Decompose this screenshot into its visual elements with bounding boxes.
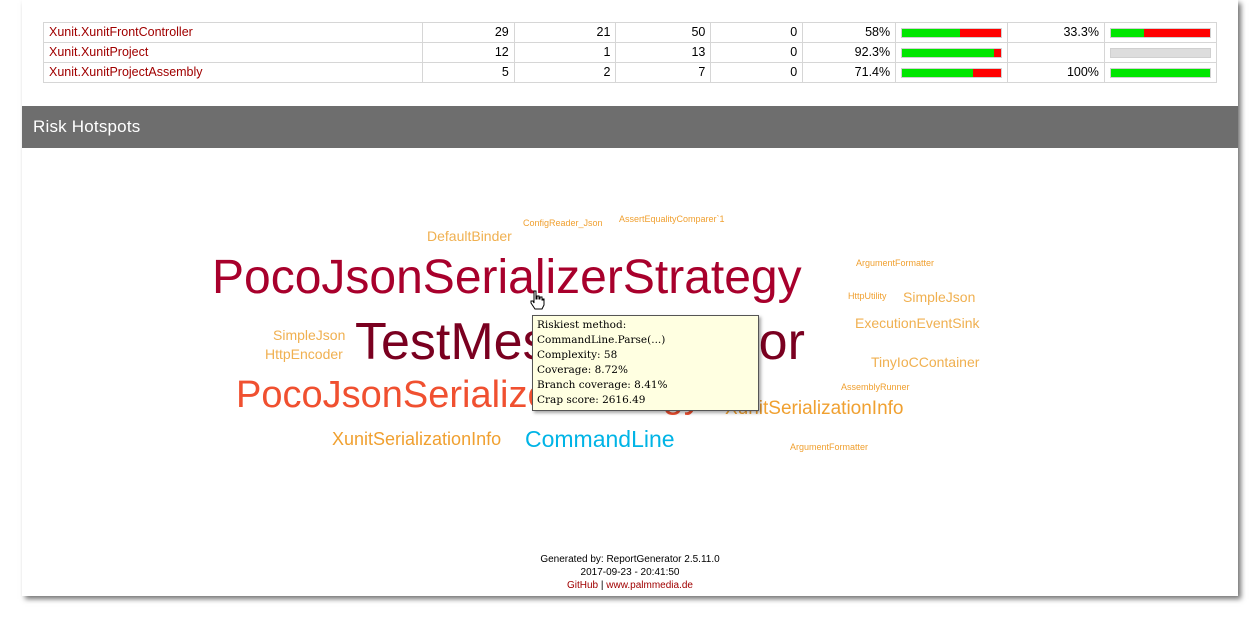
hotspot-word[interactable]: ArgumentFormatter bbox=[790, 443, 868, 452]
hotspot-word[interactable]: SimpleJson bbox=[903, 290, 975, 304]
generated-date-text: 2017-09-23 - 20:41:50 bbox=[580, 567, 680, 578]
line-coverage-bar bbox=[901, 28, 1003, 38]
line-coverage-cell: 71.4% bbox=[802, 62, 897, 83]
tooltip-complexity: Complexity: 58 bbox=[537, 349, 618, 361]
footer-links: GitHub | www.palmmedia.de bbox=[22, 579, 1238, 592]
tooltip-coverage: Coverage: 8.72% bbox=[537, 364, 628, 376]
branch-coverage-bar-cell bbox=[1103, 22, 1218, 43]
uncovered-lines-cell: 21 bbox=[513, 22, 617, 43]
class-name-cell: Xunit.XunitProject bbox=[43, 42, 423, 63]
palmmedia-link[interactable]: www.palmmedia.de bbox=[606, 580, 693, 591]
github-link[interactable]: GitHub bbox=[567, 580, 598, 591]
class-name-cell: Xunit.XunitProjectAssembly bbox=[43, 62, 423, 83]
generated-by-text: Generated by: ReportGenerator 2.5.11.0 bbox=[540, 554, 720, 565]
branch-coverage-bar-cell bbox=[1103, 62, 1218, 83]
line-coverage-cell: 58% bbox=[802, 22, 897, 43]
hotspot-word[interactable]: TinyIoCContainer bbox=[871, 355, 979, 369]
table-row: Xunit.XunitProject 12 1 13 0 92.3% bbox=[43, 42, 1218, 63]
covered-lines-cell: 12 bbox=[421, 42, 515, 63]
branch-coverage-cell bbox=[1007, 42, 1105, 63]
branch-coverage-fill bbox=[1110, 29, 1144, 37]
line-coverage-bar bbox=[901, 68, 1003, 78]
coverable-lines-cell: 7 bbox=[615, 62, 712, 83]
hotspot-word[interactable]: CommandLine bbox=[525, 428, 675, 451]
tooltip-branch-coverage: Branch coverage: 8.41% bbox=[537, 379, 668, 391]
line-coverage-bar-cell bbox=[895, 62, 1009, 83]
hotspot-tooltip: Riskiest method: CommandLine.Parse(...) … bbox=[532, 315, 759, 411]
branch-coverage-cell: 100% bbox=[1007, 62, 1105, 83]
branch-coverage-bar bbox=[1109, 28, 1211, 38]
hotspot-word[interactable]: PocoJsonSerializerStrategy bbox=[212, 254, 802, 302]
section-title: Risk Hotspots bbox=[33, 117, 141, 136]
total-lines-cell: 0 bbox=[710, 62, 804, 83]
tooltip-crap-score: Crap score: 2616.49 bbox=[537, 394, 646, 406]
class-link[interactable]: Xunit.XunitProject bbox=[49, 45, 148, 59]
section-header-risk-hotspots: Risk Hotspots bbox=[22, 106, 1238, 148]
coverage-table: Xunit.XunitFrontController 29 21 50 0 58% 33.3… bbox=[43, 22, 1218, 83]
line-coverage-bar bbox=[901, 48, 1003, 58]
class-link[interactable]: Xunit.XunitFrontController bbox=[49, 25, 193, 39]
tooltip-riskiest-method: Riskiest method: CommandLine.Parse(...) bbox=[537, 319, 666, 346]
uncovered-lines-cell: 2 bbox=[513, 62, 617, 83]
report-page: Xunit.XunitFrontController 29 21 50 0 58% 33.3… bbox=[22, 0, 1238, 596]
line-coverage-fill bbox=[902, 69, 973, 77]
hotspot-word[interactable]: ExecutionEventSink bbox=[855, 316, 980, 330]
branch-coverage-bar-cell bbox=[1103, 42, 1218, 63]
branch-coverage-cell: 33.3% bbox=[1007, 22, 1105, 43]
branch-coverage-fill bbox=[1110, 69, 1210, 77]
hotspot-word[interactable]: AssemblyRunner bbox=[841, 383, 910, 392]
hotspot-word[interactable]: XunitSerializationInfo bbox=[332, 430, 501, 448]
hotspot-word[interactable]: ConfigReader_Json bbox=[523, 219, 603, 228]
uncovered-lines-cell: 1 bbox=[513, 42, 617, 63]
coverable-lines-cell: 13 bbox=[615, 42, 712, 63]
hotspot-word[interactable]: HttpUtility bbox=[848, 292, 887, 301]
line-coverage-fill bbox=[902, 49, 994, 57]
table-row: Xunit.XunitFrontController 29 21 50 0 58% 33.3… bbox=[43, 22, 1218, 43]
line-coverage-bar-cell bbox=[895, 42, 1009, 63]
hotspot-word[interactable]: ArgumentFormatter bbox=[856, 259, 934, 268]
total-lines-cell: 0 bbox=[710, 42, 804, 63]
table-row: Xunit.XunitProjectAssembly 5 2 7 0 71.4% 100% bbox=[43, 62, 1218, 83]
class-link[interactable]: Xunit.XunitProjectAssembly bbox=[49, 65, 203, 79]
branch-coverage-bar bbox=[1109, 68, 1211, 78]
line-coverage-fill bbox=[902, 29, 960, 37]
hotspot-word[interactable]: DefaultBinder bbox=[427, 229, 512, 243]
covered-lines-cell: 29 bbox=[421, 22, 515, 43]
line-coverage-bar-cell bbox=[895, 22, 1009, 43]
report-footer: Generated by: ReportGenerator 2.5.11.0 2… bbox=[22, 553, 1238, 592]
branch-coverage-bar bbox=[1109, 48, 1211, 58]
hand-cursor-icon bbox=[530, 290, 545, 310]
covered-lines-cell: 5 bbox=[421, 62, 515, 83]
hotspot-word[interactable]: SimpleJson bbox=[273, 328, 345, 342]
coverable-lines-cell: 50 bbox=[615, 22, 712, 43]
class-name-cell: Xunit.XunitFrontController bbox=[43, 22, 423, 43]
hotspot-word[interactable]: HttpEncoder bbox=[265, 347, 343, 361]
line-coverage-cell: 92.3% bbox=[802, 42, 897, 63]
hotspot-word[interactable]: AssertEqualityComparer`1 bbox=[619, 215, 725, 224]
total-lines-cell: 0 bbox=[710, 22, 804, 43]
